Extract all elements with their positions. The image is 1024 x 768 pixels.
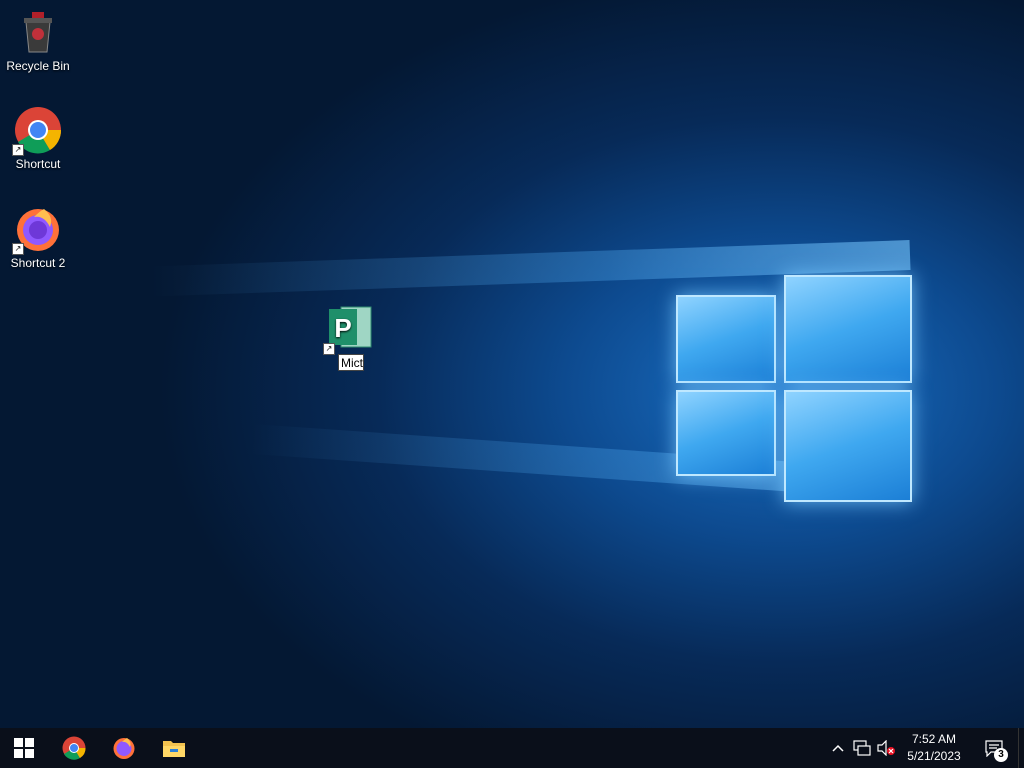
desktop-icon-label: Shortcut: [15, 157, 61, 171]
windows-start-icon: [14, 738, 34, 758]
show-hidden-icons-button[interactable]: [828, 728, 848, 768]
volume-button[interactable]: [874, 728, 898, 768]
chrome-icon: [62, 736, 86, 760]
shortcut-arrow-icon: ↗: [323, 343, 335, 355]
desktop-icon-shortcut[interactable]: ↗ Shortcut: [0, 106, 76, 171]
recycle-bin-icon: [14, 8, 62, 56]
desktop-icon-recycle-bin[interactable]: Recycle Bin: [0, 8, 76, 73]
taskbar: 7:52 AM 5/21/2023 3: [0, 728, 1024, 768]
desktop-icon-label: Shortcut 2: [10, 256, 66, 270]
taskbar-chrome-button[interactable]: [50, 728, 98, 768]
clock-date: 5/21/2023: [907, 749, 961, 763]
folder-icon: [163, 741, 185, 757]
notification-count-badge: 3: [994, 748, 1008, 762]
shortcut-arrow-icon: ↗: [12, 243, 24, 255]
desktop-icon-shortcut-2[interactable]: ↗ Shortcut 2: [0, 205, 76, 270]
show-desktop-button[interactable]: [1018, 728, 1024, 768]
chrome-icon: ↗: [12, 106, 62, 156]
firefox-icon: [113, 738, 135, 759]
volume-muted-icon: [877, 740, 895, 756]
desktop-icon-label: Recycle Bin: [6, 59, 70, 73]
taskbar-firefox-button[interactable]: [100, 728, 148, 768]
desktop-icon-publisher[interactable]: P ↗: [311, 305, 387, 356]
network-icon: [853, 740, 871, 756]
shortcut-arrow-icon: ↗: [12, 144, 24, 156]
network-button[interactable]: [850, 728, 874, 768]
rename-text-field[interactable]: Mict: [338, 354, 364, 371]
windows-logo-pane-top-right: [784, 275, 912, 383]
windows-logo-pane-bottom-left: [676, 390, 776, 476]
taskbar-file-explorer-button[interactable]: [150, 728, 198, 768]
publisher-icon: P ↗: [323, 305, 373, 355]
desktop: Recycle Bin ↗ Shortcut ↗ Shortcut 2 P ↗ …: [0, 0, 1024, 728]
firefox-icon: ↗: [12, 205, 62, 255]
svg-text:P: P: [334, 313, 351, 343]
start-button[interactable]: [0, 728, 48, 768]
chevron-up-icon: [832, 744, 844, 752]
windows-logo-pane-top-left: [676, 295, 776, 383]
action-center-button[interactable]: 3: [978, 728, 1010, 768]
clock[interactable]: 7:52 AM 5/21/2023: [900, 728, 968, 768]
clock-time: 7:52 AM: [911, 732, 957, 746]
windows-logo-pane-bottom-right: [784, 390, 912, 502]
